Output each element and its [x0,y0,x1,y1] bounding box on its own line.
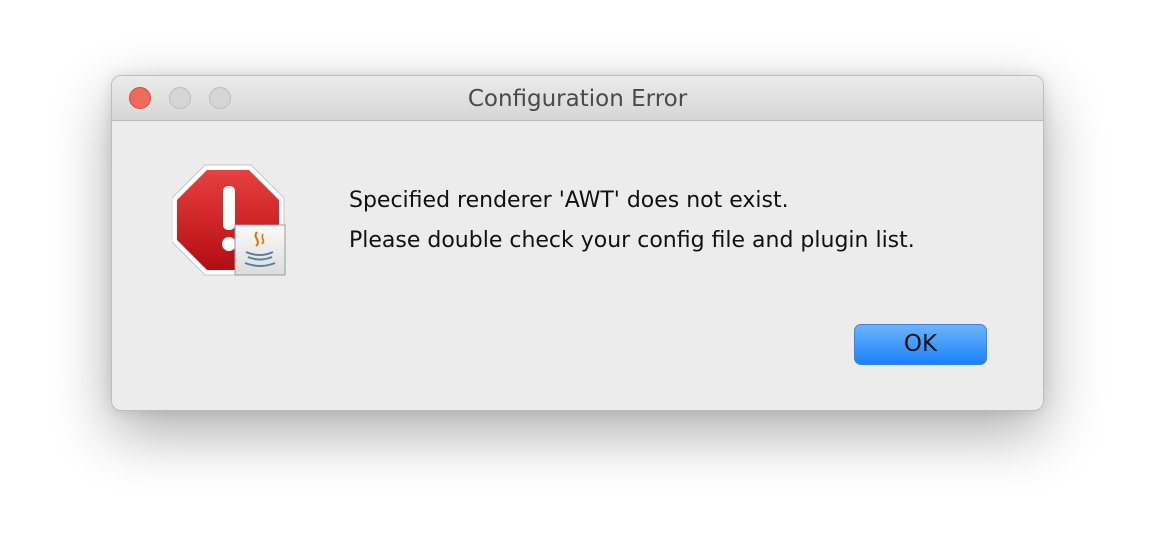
error-message-line: Specified renderer 'AWT' does not exist. [349,188,789,213]
java-coffee-cup-icon [234,224,286,276]
configuration-error-dialog: Configuration Error Specified renderer '… [111,75,1044,411]
ok-button[interactable]: OK [854,324,987,365]
stop-sign-error-icon [171,162,290,280]
title-bar[interactable]: Configuration Error [112,76,1043,121]
error-message: Specified renderer 'AWT' does not exist.… [349,181,915,261]
error-message-line: Please double check your config file and… [349,228,915,253]
window-title: Configuration Error [467,86,688,112]
